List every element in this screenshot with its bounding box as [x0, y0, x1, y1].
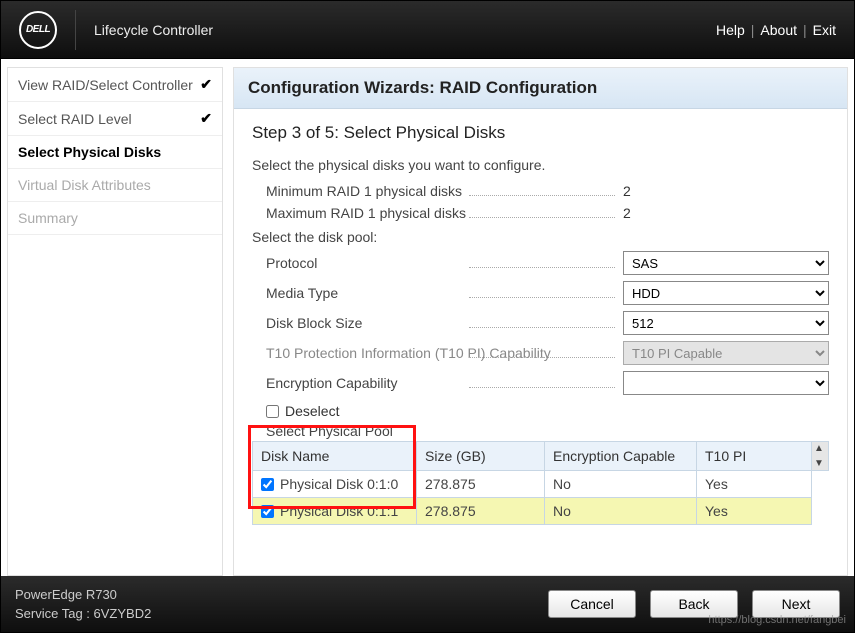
scrollbar[interactable]: ▲ ▼ [812, 442, 829, 471]
cell-size: 278.875 [417, 471, 545, 498]
cell-diskname: Physical Disk 0:1:1 [253, 498, 417, 525]
disk-name-text: Physical Disk 0:1:1 [280, 503, 398, 519]
cell-diskname: Physical Disk 0:1:0 [253, 471, 417, 498]
max-disks-label: Maximum RAID 1 physical disks [266, 205, 461, 221]
col-diskname[interactable]: Disk Name [253, 442, 417, 471]
product-name: Lifecycle Controller [94, 22, 213, 38]
help-link[interactable]: Help [716, 22, 745, 38]
deselect-row: Deselect [266, 403, 829, 419]
top-links: Help | About | Exit [716, 22, 836, 38]
sidebar-item-label: Select RAID Level [18, 111, 132, 127]
scroll-down-icon[interactable]: ▼ [814, 458, 824, 469]
media-row: Media Type HDD [266, 281, 829, 305]
wizard-body: Step 3 of 5: Select Physical Disks Selec… [234, 109, 847, 539]
check-icon: ✔ [200, 76, 212, 93]
max-disks-value: 2 [623, 205, 829, 221]
dots [469, 195, 615, 196]
about-link[interactable]: About [760, 22, 797, 38]
dots [469, 387, 615, 388]
block-label: Disk Block Size [266, 315, 461, 331]
enc-select[interactable] [623, 371, 829, 395]
max-disks-row: Maximum RAID 1 physical disks 2 [266, 205, 829, 221]
cell-size: 278.875 [417, 498, 545, 525]
cancel-button[interactable]: Cancel [548, 590, 636, 618]
back-button[interactable]: Back [650, 590, 738, 618]
min-disks-value: 2 [623, 183, 829, 199]
col-enc[interactable]: Encryption Capable [545, 442, 697, 471]
table-header-row: Disk Name Size (GB) Encryption Capable T… [253, 442, 829, 471]
scroll-up-icon[interactable]: ▲ [814, 443, 824, 454]
cell-enc: No [545, 471, 697, 498]
min-disks-label: Minimum RAID 1 physical disks [266, 183, 461, 199]
footer-buttons: Cancel Back Next [548, 590, 840, 618]
protocol-label: Protocol [266, 255, 461, 271]
footer-bar: PowerEdge R730 Service Tag : 6VZYBD2 Can… [1, 576, 854, 632]
deselect-checkbox[interactable] [266, 405, 279, 418]
disk-table: Disk Name Size (GB) Encryption Capable T… [252, 441, 829, 525]
content-panel: Configuration Wizards: RAID Configuratio… [233, 67, 848, 576]
dell-logo-icon: DELL [19, 11, 57, 49]
disk-name-text: Physical Disk 0:1:0 [280, 476, 398, 492]
divider [75, 10, 76, 50]
min-disks-row: Minimum RAID 1 physical disks 2 [266, 183, 829, 199]
sidebar-item-label: Virtual Disk Attributes [18, 177, 151, 193]
table-row[interactable]: Physical Disk 0:1:0 278.875NoYes [253, 471, 829, 498]
instruction-text: Select the physical disks you want to co… [252, 157, 829, 173]
service-tag: Service Tag : 6VZYBD2 [15, 604, 151, 624]
main-wrap: View RAID/Select Controller ✔ Select RAI… [7, 67, 848, 576]
media-label: Media Type [266, 285, 461, 301]
divider: | [751, 22, 755, 38]
block-row: Disk Block Size 512 [266, 311, 829, 335]
deselect-label: Deselect [285, 403, 339, 419]
physical-pool-label: Select Physical Pool [266, 423, 829, 439]
cell-t10: Yes [697, 498, 812, 525]
wizard-title: Configuration Wizards: RAID Configuratio… [234, 68, 847, 109]
t10-row: T10 Protection Information (T10 PI) Capa… [266, 341, 829, 365]
sidebar-item-virtual-disk: Virtual Disk Attributes [8, 169, 222, 202]
check-icon: ✔ [200, 110, 212, 127]
sidebar-item-label: Summary [18, 210, 78, 226]
exit-link[interactable]: Exit [813, 22, 836, 38]
footer-info: PowerEdge R730 Service Tag : 6VZYBD2 [15, 585, 151, 624]
t10-select: T10 PI Capable [623, 341, 829, 365]
disk-pool-header: Select the disk pool: [252, 229, 829, 245]
top-bar: DELL Lifecycle Controller Help | About |… [1, 1, 854, 59]
sidebar-item-view-raid[interactable]: View RAID/Select Controller ✔ [8, 68, 222, 102]
col-t10[interactable]: T10 PI [697, 442, 812, 471]
block-select[interactable]: 512 [623, 311, 829, 335]
protocol-row: Protocol SAS [266, 251, 829, 275]
dots [469, 217, 615, 218]
sidebar-item-raid-level[interactable]: Select RAID Level ✔ [8, 102, 222, 136]
cell-enc: No [545, 498, 697, 525]
table-row[interactable]: Physical Disk 0:1:1 278.875NoYes [253, 498, 829, 525]
protocol-select[interactable]: SAS [623, 251, 829, 275]
sidebar-item-summary: Summary [8, 202, 222, 235]
divider: | [803, 22, 807, 38]
model-label: PowerEdge R730 [15, 585, 151, 605]
dots [469, 327, 615, 328]
sidebar-item-label: Select Physical Disks [18, 144, 161, 160]
disk-checkbox[interactable] [261, 505, 274, 518]
dots [469, 357, 615, 358]
dots [469, 267, 615, 268]
enc-row: Encryption Capability [266, 371, 829, 395]
dots [469, 297, 615, 298]
enc-label: Encryption Capability [266, 375, 461, 391]
cell-t10: Yes [697, 471, 812, 498]
disk-table-wrap: Disk Name Size (GB) Encryption Capable T… [252, 441, 829, 525]
media-select[interactable]: HDD [623, 281, 829, 305]
t10-label: T10 Protection Information (T10 PI) Capa… [266, 345, 461, 361]
next-button[interactable]: Next [752, 590, 840, 618]
sidebar-item-label: View RAID/Select Controller [18, 77, 193, 93]
sidebar-item-physical-disks[interactable]: Select Physical Disks [8, 136, 222, 169]
wizard-sidebar: View RAID/Select Controller ✔ Select RAI… [7, 67, 223, 576]
disk-checkbox[interactable] [261, 478, 274, 491]
step-heading: Step 3 of 5: Select Physical Disks [252, 123, 829, 143]
col-size[interactable]: Size (GB) [417, 442, 545, 471]
